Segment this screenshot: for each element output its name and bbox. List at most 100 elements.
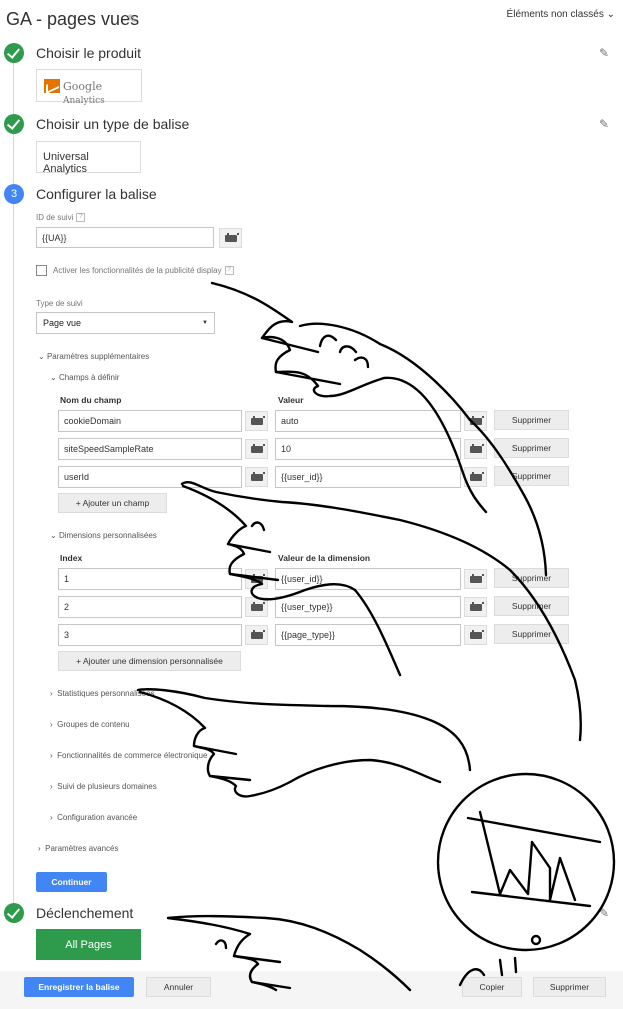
step4-check-circle-icon — [4, 903, 24, 923]
more-settings-toggle[interactable]: ⌄ Paramètres supplémentaires — [38, 352, 149, 361]
tag-type-value: Universal Analytics — [36, 141, 141, 175]
delete-field-button[interactable]: Supprimer — [494, 410, 569, 430]
step-title-trigger: Déclenchement — [36, 905, 134, 921]
field-value-input[interactable]: auto — [275, 410, 461, 432]
cross-domain-label: Suivi de plusieurs domaines — [57, 782, 157, 791]
step-title-configure: Configurer la balise — [36, 186, 157, 202]
dimension-value-header: Valeur de la dimension — [278, 553, 371, 563]
edit-title-pencil-icon[interactable]: ✎ — [127, 12, 137, 26]
variable-picker-icon[interactable] — [245, 625, 268, 645]
save-tag-button[interactable]: Enregistrer la balise — [24, 977, 134, 997]
fields-to-set-label: Champs à définir — [58, 373, 120, 382]
edit-tag-type-pencil-icon[interactable]: ✎ — [599, 117, 609, 131]
delete-tag-button[interactable]: Supprimer — [533, 977, 606, 997]
ecommerce-toggle[interactable]: › Fonctionnalités de commerce électroniq… — [50, 751, 207, 760]
pointing-hand-drawing — [138, 690, 442, 798]
advanced-configuration-label: Configuration avancée — [57, 813, 138, 822]
dimension-value-input[interactable]: {{page_type}} — [275, 624, 461, 646]
display-help-icon[interactable]: ? — [224, 266, 234, 276]
display-features-label-text: Activer les fonctionnalités de la public… — [53, 266, 222, 275]
ecommerce-label: Fonctionnalités de commerce électronique — [57, 751, 208, 760]
chevron-right-icon: › — [50, 689, 53, 698]
step2-check-circle-icon — [4, 114, 24, 134]
advanced-settings-label: Paramètres avancés — [45, 844, 119, 853]
logo-brand: Google — [63, 80, 103, 93]
google-analytics-logo: Google Analytics — [36, 69, 142, 106]
custom-dimensions-label: Dimensions personnalisées — [58, 531, 157, 540]
custom-dimensions-toggle[interactable]: ⌄ Dimensions personnalisées — [50, 531, 157, 540]
chevron-down-icon: ⌄ — [606, 9, 615, 20]
advanced-settings-toggle[interactable]: › Paramètres avancés — [38, 844, 119, 853]
add-field-button[interactable]: + Ajouter un champ — [58, 493, 167, 513]
display-features-checkbox[interactable] — [36, 265, 47, 276]
fields-to-set-toggle[interactable]: ⌄ Champs à définir — [50, 373, 119, 382]
field-value-input[interactable]: 10 — [275, 438, 461, 460]
step1-check-circle-icon — [4, 43, 24, 63]
logo-product: Analytics — [63, 96, 105, 106]
edit-product-pencil-icon[interactable]: ✎ — [599, 46, 609, 60]
cross-domain-toggle[interactable]: › Suivi de plusieurs domaines — [50, 782, 157, 791]
variable-picker-icon[interactable] — [464, 411, 487, 431]
tracking-type-select[interactable]: Page vue ▼ — [36, 312, 215, 334]
variable-picker-icon[interactable] — [245, 597, 268, 617]
value-header: Valeur — [278, 395, 304, 405]
dropdown-caret-icon: ▼ — [202, 320, 208, 326]
chevron-right-icon: › — [50, 782, 53, 791]
variable-picker-icon[interactable] — [464, 569, 487, 589]
more-settings-label: Paramètres supplémentaires — [46, 352, 150, 361]
dimension-value-input[interactable]: {{user_type}} — [275, 596, 461, 618]
chevron-down-icon: ⌄ — [50, 373, 57, 382]
tracking-type-label: Type de suivi — [36, 299, 83, 308]
variable-picker-icon[interactable] — [464, 439, 487, 459]
cancel-button[interactable]: Annuler — [146, 977, 211, 997]
face-mouth-drawing — [530, 934, 542, 946]
delete-dimension-button[interactable]: Supprimer — [494, 596, 569, 616]
variable-picker-icon[interactable] — [464, 467, 487, 487]
variable-picker-icon[interactable] — [464, 625, 487, 645]
variable-picker-icon[interactable] — [245, 569, 268, 589]
advanced-configuration-toggle[interactable]: › Configuration avancée — [50, 813, 137, 822]
field-name-input[interactable]: userId — [58, 466, 242, 488]
chevron-right-icon: › — [38, 844, 41, 853]
field-name-input[interactable]: siteSpeedSampleRate — [58, 438, 242, 460]
content-groups-label: Groupes de contenu — [57, 720, 130, 729]
tracking-id-input[interactable]: {{UA}} — [36, 227, 214, 248]
delete-field-button[interactable]: Supprimer — [494, 438, 569, 458]
tracking-type-value: Page vue — [43, 318, 82, 328]
edit-trigger-pencil-icon[interactable]: ✎ — [599, 906, 609, 920]
tracking-id-label: ID de suivi? — [36, 213, 86, 223]
copy-button[interactable]: Copier — [462, 977, 522, 997]
delete-field-button[interactable]: Supprimer — [494, 466, 569, 486]
step-title-tag-type: Choisir un type de balise — [36, 116, 190, 132]
dimension-index-input[interactable]: 1 — [58, 568, 242, 590]
variable-picker-icon[interactable] — [464, 597, 487, 617]
delete-dimension-button[interactable]: Supprimer — [494, 624, 569, 644]
custom-metrics-toggle[interactable]: › Statistiques personnalisées — [50, 689, 155, 698]
content-groups-toggle[interactable]: › Groupes de contenu — [50, 720, 130, 729]
step-title-product: Choisir le produit — [36, 45, 142, 61]
delete-dimension-button[interactable]: Supprimer — [494, 568, 569, 588]
dimension-index-input[interactable]: 2 — [58, 596, 242, 618]
folder-dropdown[interactable]: Éléments non classés ⌄ — [507, 9, 615, 20]
index-header: Index — [60, 553, 83, 563]
add-dimension-button[interactable]: + Ajouter une dimension personnalisée — [58, 651, 241, 671]
finger-stroke — [318, 334, 370, 369]
tag-title: GA - pages vues — [6, 9, 140, 29]
display-features-label: Activer les fonctionnalités de la public… — [53, 266, 234, 276]
chevron-right-icon: › — [50, 751, 53, 760]
tracking-id-variable-picker-icon[interactable] — [219, 228, 242, 248]
dimension-index-input[interactable]: 3 — [58, 624, 242, 646]
continue-button[interactable]: Continuer — [36, 872, 107, 892]
variable-picker-icon[interactable] — [245, 439, 268, 459]
tracking-id-label-text: ID de suivi — [36, 213, 74, 222]
chevron-down-icon: ⌄ — [38, 352, 45, 361]
analytics-chart-icon — [44, 79, 60, 93]
field-name-input[interactable]: cookieDomain — [58, 410, 242, 432]
variable-picker-icon[interactable] — [245, 411, 268, 431]
step3-number-badge: 3 — [4, 184, 24, 204]
trigger-all-pages-chip[interactable]: All Pages — [36, 929, 141, 960]
help-icon[interactable]: ? — [76, 213, 86, 223]
variable-picker-icon[interactable] — [245, 467, 268, 487]
field-value-input[interactable]: {{user_id}} — [275, 466, 461, 488]
dimension-value-input[interactable]: {{user_id}} — [275, 568, 461, 590]
